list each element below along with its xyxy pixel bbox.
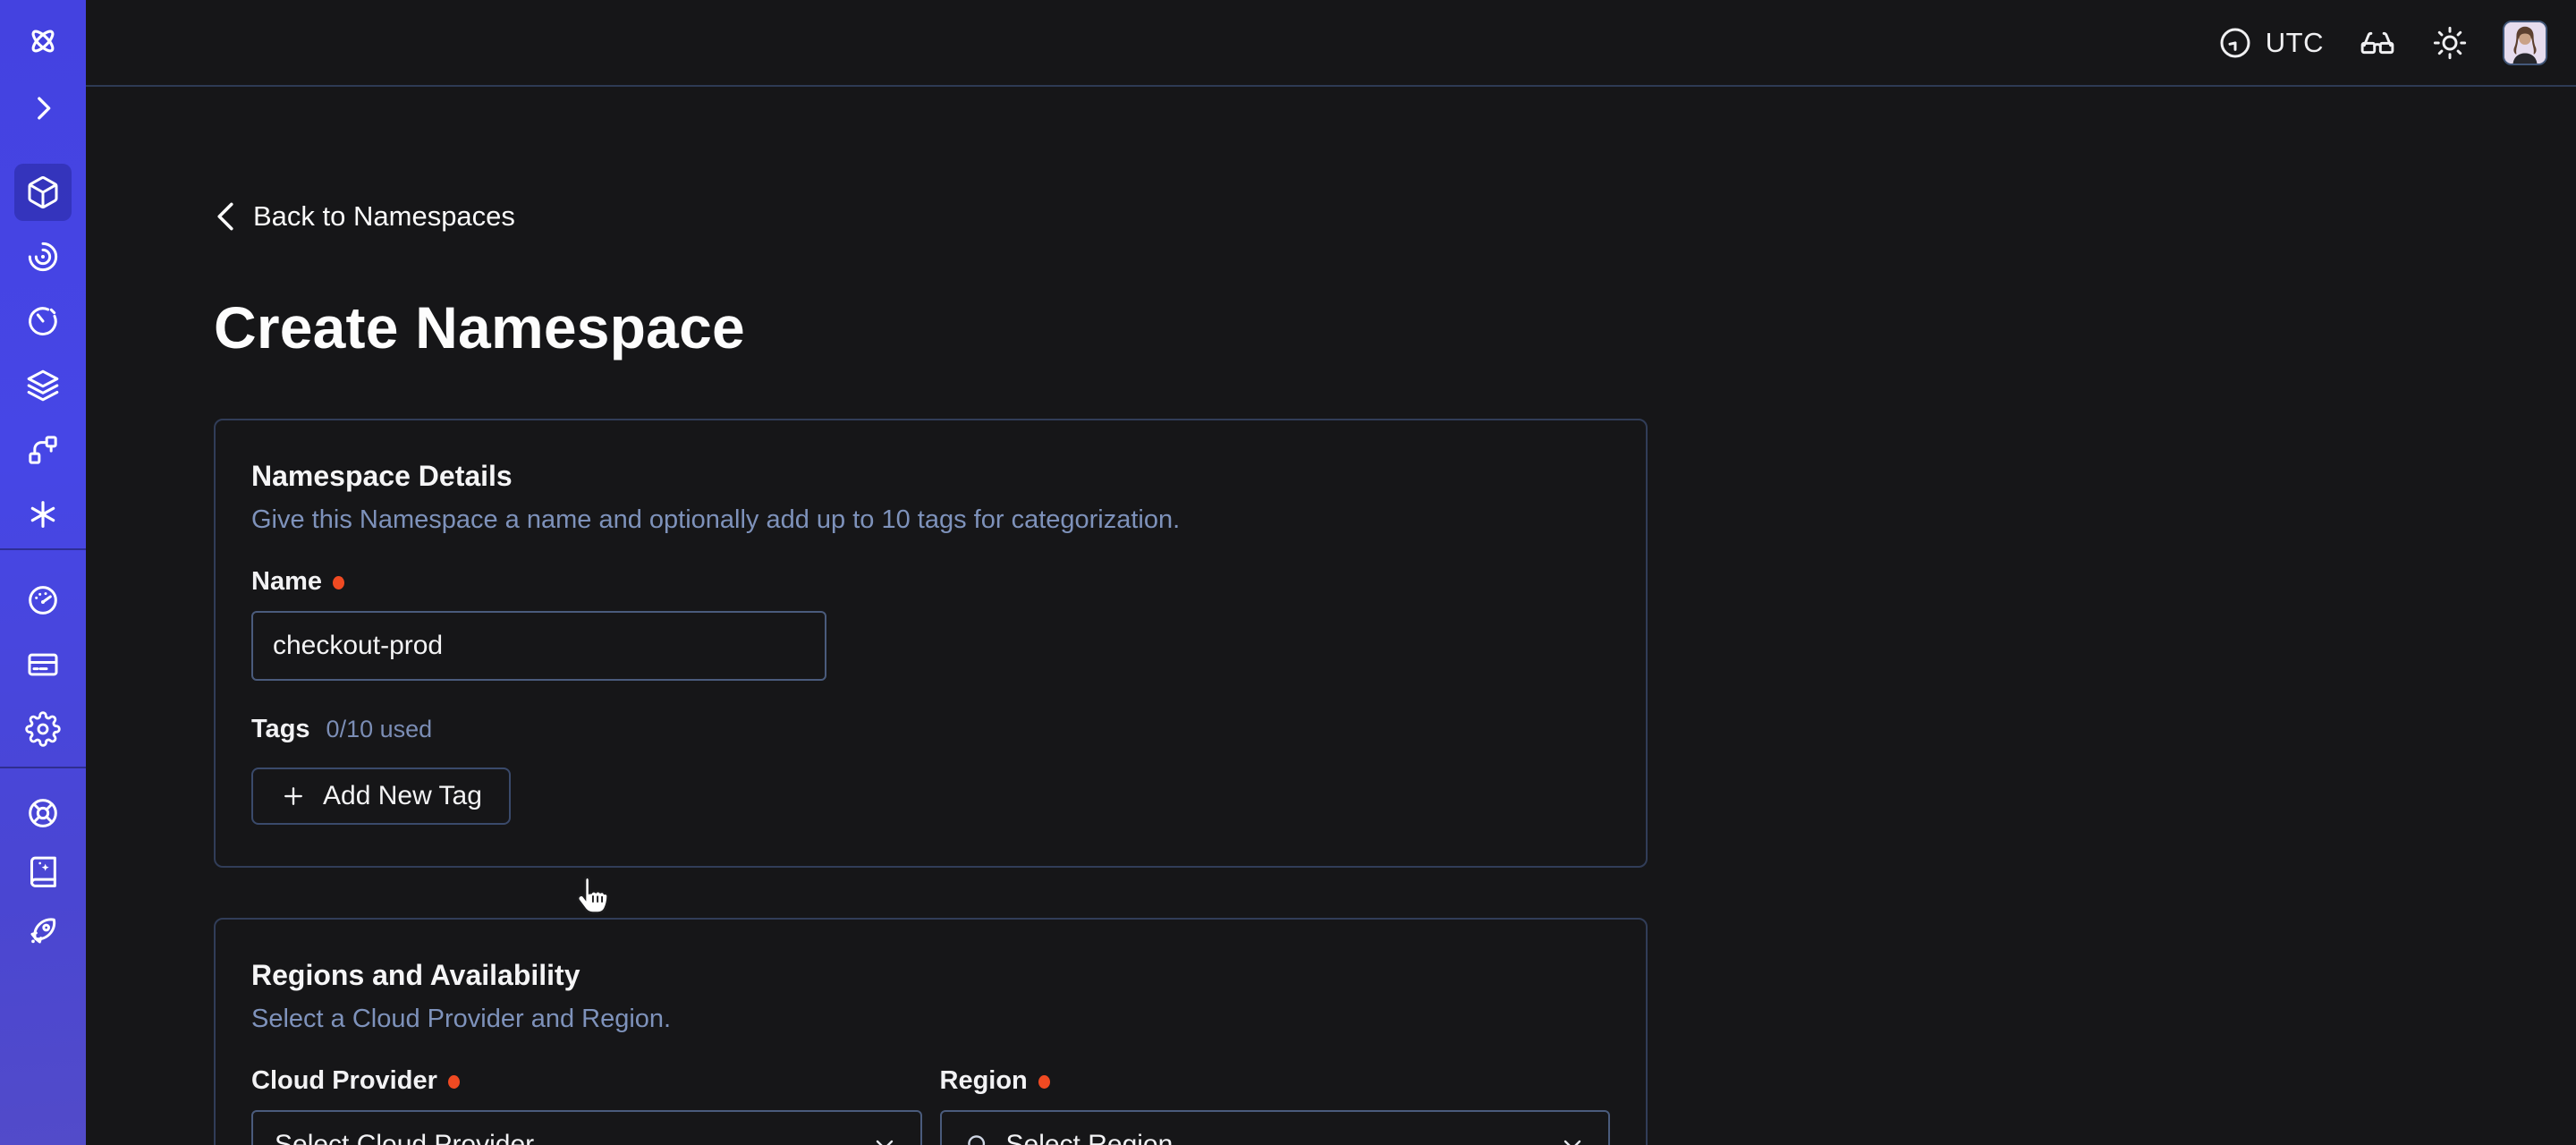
card-subtitle: Give this Namespace a name and optionall… bbox=[251, 505, 1610, 535]
chevron-left-icon bbox=[214, 201, 237, 232]
sidebar-item-batch[interactable] bbox=[0, 496, 86, 532]
tags-counter: 0/10 used bbox=[326, 716, 433, 743]
required-dot bbox=[448, 1075, 460, 1089]
batch-asterisk-icon bbox=[25, 496, 61, 532]
region-placeholder: Select Region bbox=[1006, 1130, 1545, 1145]
sidebar-item-deployments[interactable] bbox=[0, 368, 86, 403]
name-field-label: Name bbox=[251, 567, 322, 597]
get-started-rocket-icon bbox=[25, 913, 61, 949]
sidebar-item-nexus[interactable] bbox=[0, 432, 86, 468]
sidebar-divider bbox=[0, 767, 86, 768]
add-new-tag-button[interactable]: Add New Tag bbox=[251, 768, 511, 825]
avatar-portrait bbox=[2504, 22, 2546, 64]
sidebar-nav bbox=[0, 0, 86, 1145]
back-to-namespaces-link[interactable]: Back to Namespaces bbox=[214, 200, 515, 233]
cloud-provider-field: Cloud Provider Select Cloud Provider bbox=[251, 1066, 922, 1145]
app-root: UTC bbox=[0, 0, 2576, 1145]
sidebar-item-usage[interactable] bbox=[0, 582, 86, 618]
card-title: Namespace Details bbox=[251, 460, 1610, 493]
cloud-provider-label: Cloud Provider bbox=[251, 1066, 437, 1096]
card-subtitle: Select a Cloud Provider and Region. bbox=[251, 1005, 1610, 1034]
required-dot bbox=[333, 576, 344, 589]
user-avatar[interactable] bbox=[2503, 21, 2547, 65]
sidebar-item-billing[interactable] bbox=[0, 647, 86, 683]
add-new-tag-label: Add New Tag bbox=[323, 781, 482, 811]
temporal-logo-icon[interactable] bbox=[0, 23, 86, 59]
sidebar-item-settings[interactable] bbox=[0, 711, 86, 747]
deployments-layers-icon bbox=[25, 368, 61, 403]
main-content: Back to Namespaces Create Namespace Name… bbox=[86, 87, 2576, 1145]
sidebar-item-schedules[interactable] bbox=[0, 303, 86, 339]
chevron-down-icon bbox=[1558, 1131, 1587, 1145]
region-label: Region bbox=[940, 1066, 1028, 1096]
cloud-provider-select[interactable]: Select Cloud Provider bbox=[251, 1110, 922, 1145]
support-lifebuoy-icon bbox=[25, 795, 61, 831]
workflows-spiral-icon bbox=[25, 239, 61, 275]
topbar: UTC bbox=[86, 0, 2576, 87]
card-title: Regions and Availability bbox=[251, 959, 1610, 992]
timezone-label: UTC bbox=[2266, 27, 2324, 59]
settings-gear-icon bbox=[25, 711, 61, 747]
usage-gauge-icon bbox=[25, 582, 61, 618]
namespaces-cube-icon bbox=[25, 174, 61, 210]
timezone-selector[interactable]: UTC bbox=[2217, 25, 2324, 61]
sidebar-item-workflows[interactable] bbox=[0, 239, 86, 275]
cloud-provider-placeholder: Select Cloud Provider bbox=[275, 1130, 856, 1145]
sidebar-expand-chevron-icon[interactable] bbox=[0, 90, 86, 126]
region-field: Region Select Region bbox=[940, 1066, 1611, 1145]
namespace-details-card: Namespace Details Give this Namespace a … bbox=[214, 419, 1648, 868]
required-dot bbox=[1038, 1075, 1050, 1089]
chevron-down-icon bbox=[870, 1131, 899, 1145]
nexus-branch-icon bbox=[25, 432, 61, 468]
region-select[interactable]: Select Region bbox=[940, 1110, 1611, 1145]
sidebar-item-support[interactable] bbox=[0, 795, 86, 831]
cursor-pointer-icon bbox=[571, 872, 612, 922]
search-icon bbox=[963, 1131, 992, 1145]
sidebar-item-get-started[interactable] bbox=[0, 913, 86, 949]
schedules-timer-icon bbox=[25, 303, 61, 339]
glasses-icon[interactable] bbox=[2358, 23, 2397, 63]
docs-book-icon bbox=[25, 854, 61, 890]
plus-icon bbox=[280, 783, 307, 810]
namespace-name-input[interactable] bbox=[251, 611, 826, 681]
tags-label: Tags bbox=[251, 715, 310, 744]
billing-card-icon bbox=[25, 647, 61, 683]
sun-icon[interactable] bbox=[2431, 24, 2469, 62]
sidebar-item-docs[interactable] bbox=[0, 854, 86, 890]
sidebar-item-namespaces[interactable] bbox=[14, 164, 72, 221]
sidebar-divider bbox=[0, 548, 86, 550]
back-link-label: Back to Namespaces bbox=[253, 200, 515, 233]
clock-icon bbox=[2217, 25, 2253, 61]
page-title: Create Namespace bbox=[214, 293, 2576, 361]
regions-availability-card: Regions and Availability Select a Cloud … bbox=[214, 918, 1648, 1145]
